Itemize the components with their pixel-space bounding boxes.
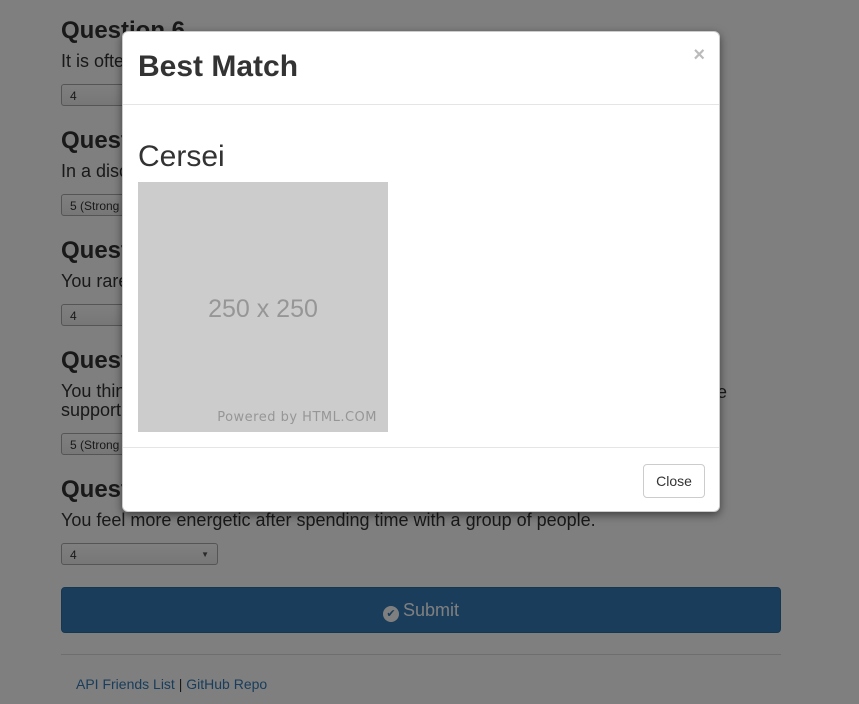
placeholder-credit: Powered by HTML.COM bbox=[217, 410, 377, 425]
match-name: Cersei bbox=[138, 140, 225, 173]
modal-title: Best Match bbox=[138, 50, 299, 83]
placeholder-dimensions: 250 x 250 bbox=[208, 295, 318, 323]
modal-footer: Close bbox=[123, 447, 719, 513]
match-photo-placeholder: 250 x 250 Powered by HTML.COM bbox=[138, 182, 388, 432]
best-match-modal: Best Match × Cersei 250 x 250 Powered by… bbox=[122, 31, 720, 512]
modal-header: Best Match × bbox=[123, 32, 719, 105]
close-button[interactable]: Close bbox=[643, 464, 705, 498]
close-icon[interactable]: × bbox=[693, 44, 705, 67]
